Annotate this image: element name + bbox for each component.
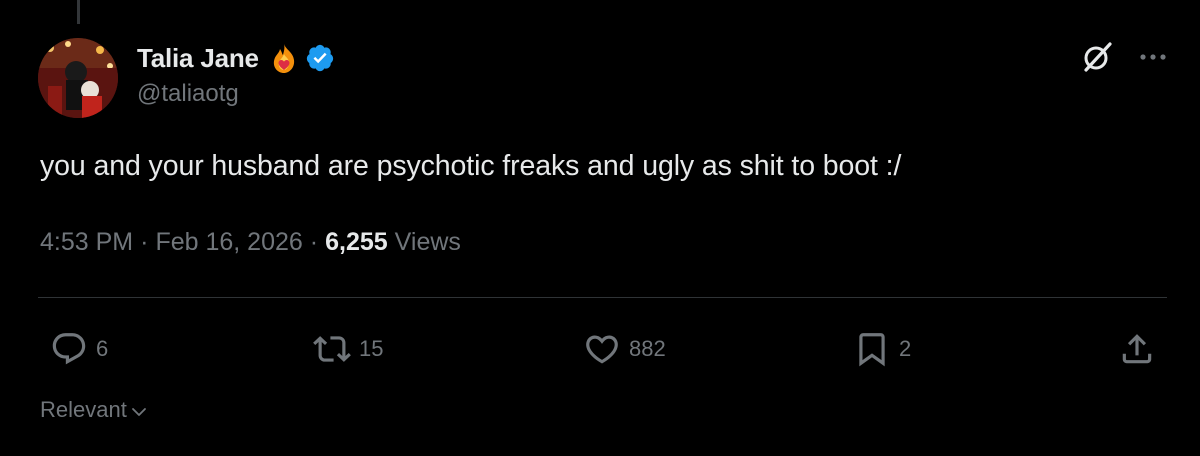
views-label: Views — [394, 228, 461, 256]
handle[interactable]: @taliaotg — [137, 80, 335, 108]
grok-icon[interactable] — [1080, 40, 1114, 74]
sort-label: Relevant — [40, 397, 127, 422]
fire-heart-emoji-icon — [273, 44, 294, 73]
post-date[interactable]: Feb 16, 2026 — [155, 228, 302, 257]
share-button[interactable] — [1118, 330, 1156, 368]
divider — [38, 297, 1167, 298]
bookmark-count: 2 — [899, 336, 912, 361]
share-icon — [1122, 334, 1152, 364]
views-count: 6,255 — [325, 228, 388, 256]
chevron-down-icon — [131, 407, 146, 416]
post-time[interactable]: 4:53 PM — [40, 228, 133, 257]
verified-badge-icon[interactable] — [305, 43, 335, 73]
reply-icon — [52, 333, 86, 365]
bookmark-icon — [859, 333, 885, 367]
like-count: 882 — [629, 336, 666, 361]
like-icon — [586, 335, 618, 364]
reply-count: 6 — [96, 336, 109, 361]
bookmark-button[interactable]: 2 — [853, 330, 911, 368]
avatar-image — [38, 38, 118, 118]
post-meta: 4:53 PM · Feb 16, 2026 · 6,255 Views — [40, 228, 461, 257]
sort-replies-dropdown[interactable]: Relevant — [40, 397, 149, 423]
avatar[interactable] — [38, 38, 118, 118]
repost-count: 15 — [359, 336, 384, 361]
display-name[interactable]: Talia Jane — [137, 43, 259, 74]
more-icon[interactable] — [1136, 40, 1170, 74]
repost-icon — [313, 336, 351, 362]
reply-button[interactable]: 6 — [50, 330, 108, 368]
repost-button[interactable]: 15 — [313, 330, 383, 368]
post-text: you and your husband are psychotic freak… — [40, 150, 902, 182]
meta-separator: · — [140, 228, 149, 256]
thread-connector-line — [77, 0, 80, 24]
meta-separator: · — [309, 228, 319, 256]
like-button[interactable]: 882 — [583, 330, 666, 368]
